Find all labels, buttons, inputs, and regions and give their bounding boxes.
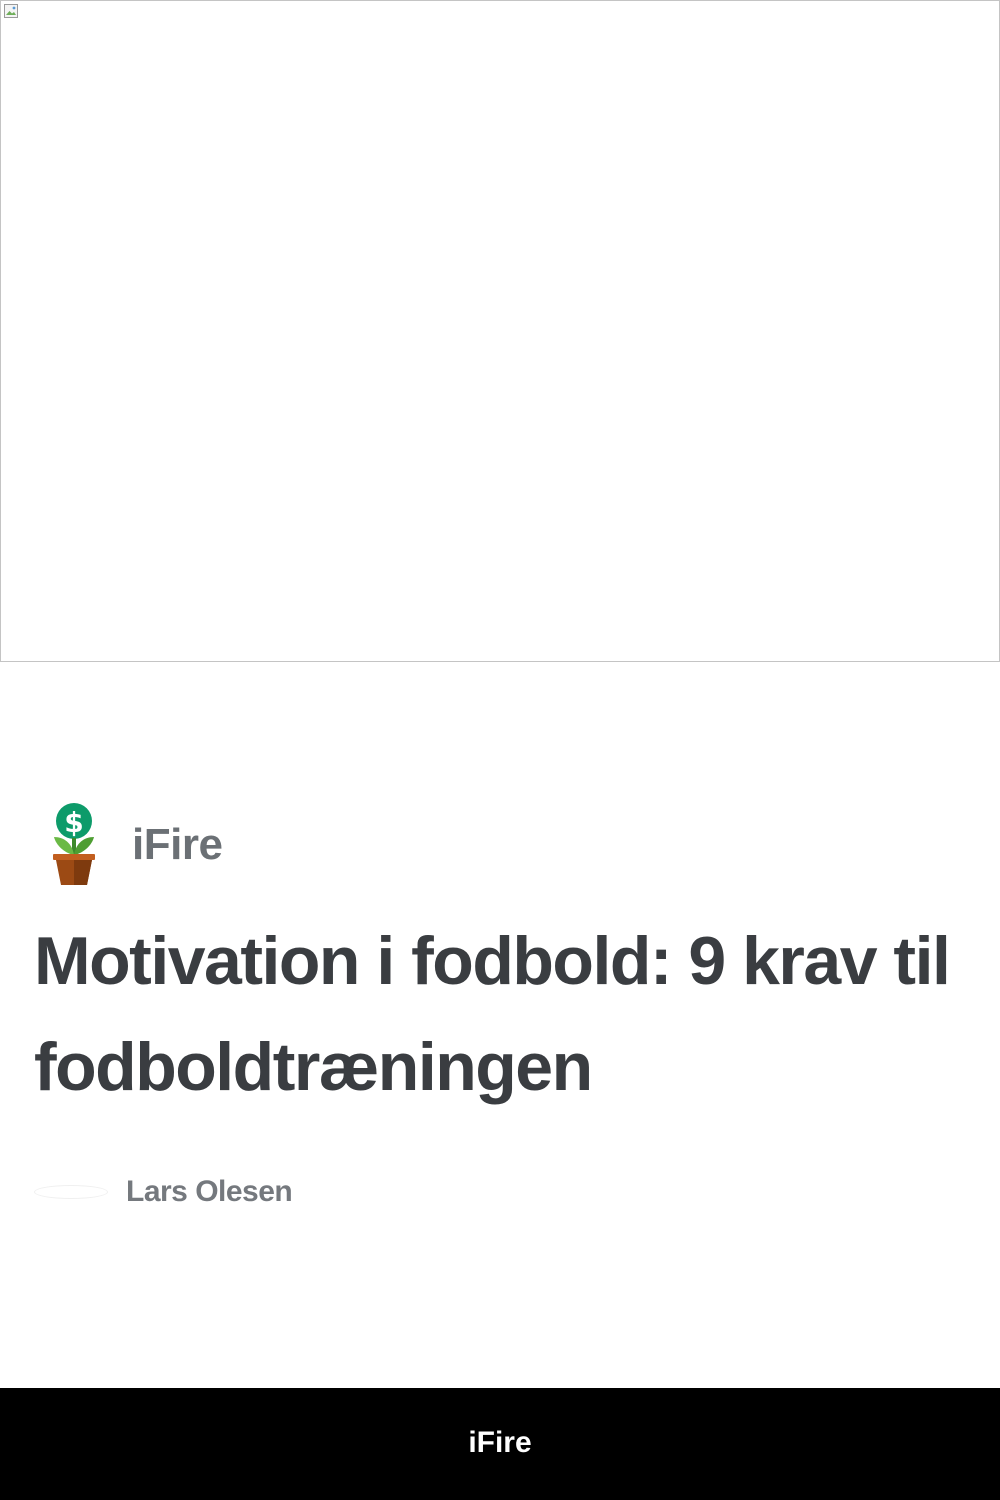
money-plant-icon: $ (53, 803, 95, 885)
footer-brand-link[interactable]: iFire (468, 1426, 531, 1460)
svg-text:$: $ (64, 806, 83, 839)
avatar[interactable] (34, 1185, 108, 1199)
broken-image-icon (4, 4, 18, 18)
brand-name[interactable]: iFire (132, 820, 223, 870)
article-page: $ iFire Motivation i fodbold: 9 krav til… (0, 0, 1000, 1500)
author-byline[interactable]: Lars Olesen (34, 1170, 293, 1214)
hero-image (0, 0, 1000, 662)
article-title: Motivation i fodbold: 9 krav til fodbold… (34, 923, 951, 1105)
author-name[interactable]: Lars Olesen (126, 1175, 293, 1209)
brand-header[interactable]: $ iFire (34, 800, 223, 890)
footer-bar: iFire (0, 1388, 1000, 1500)
